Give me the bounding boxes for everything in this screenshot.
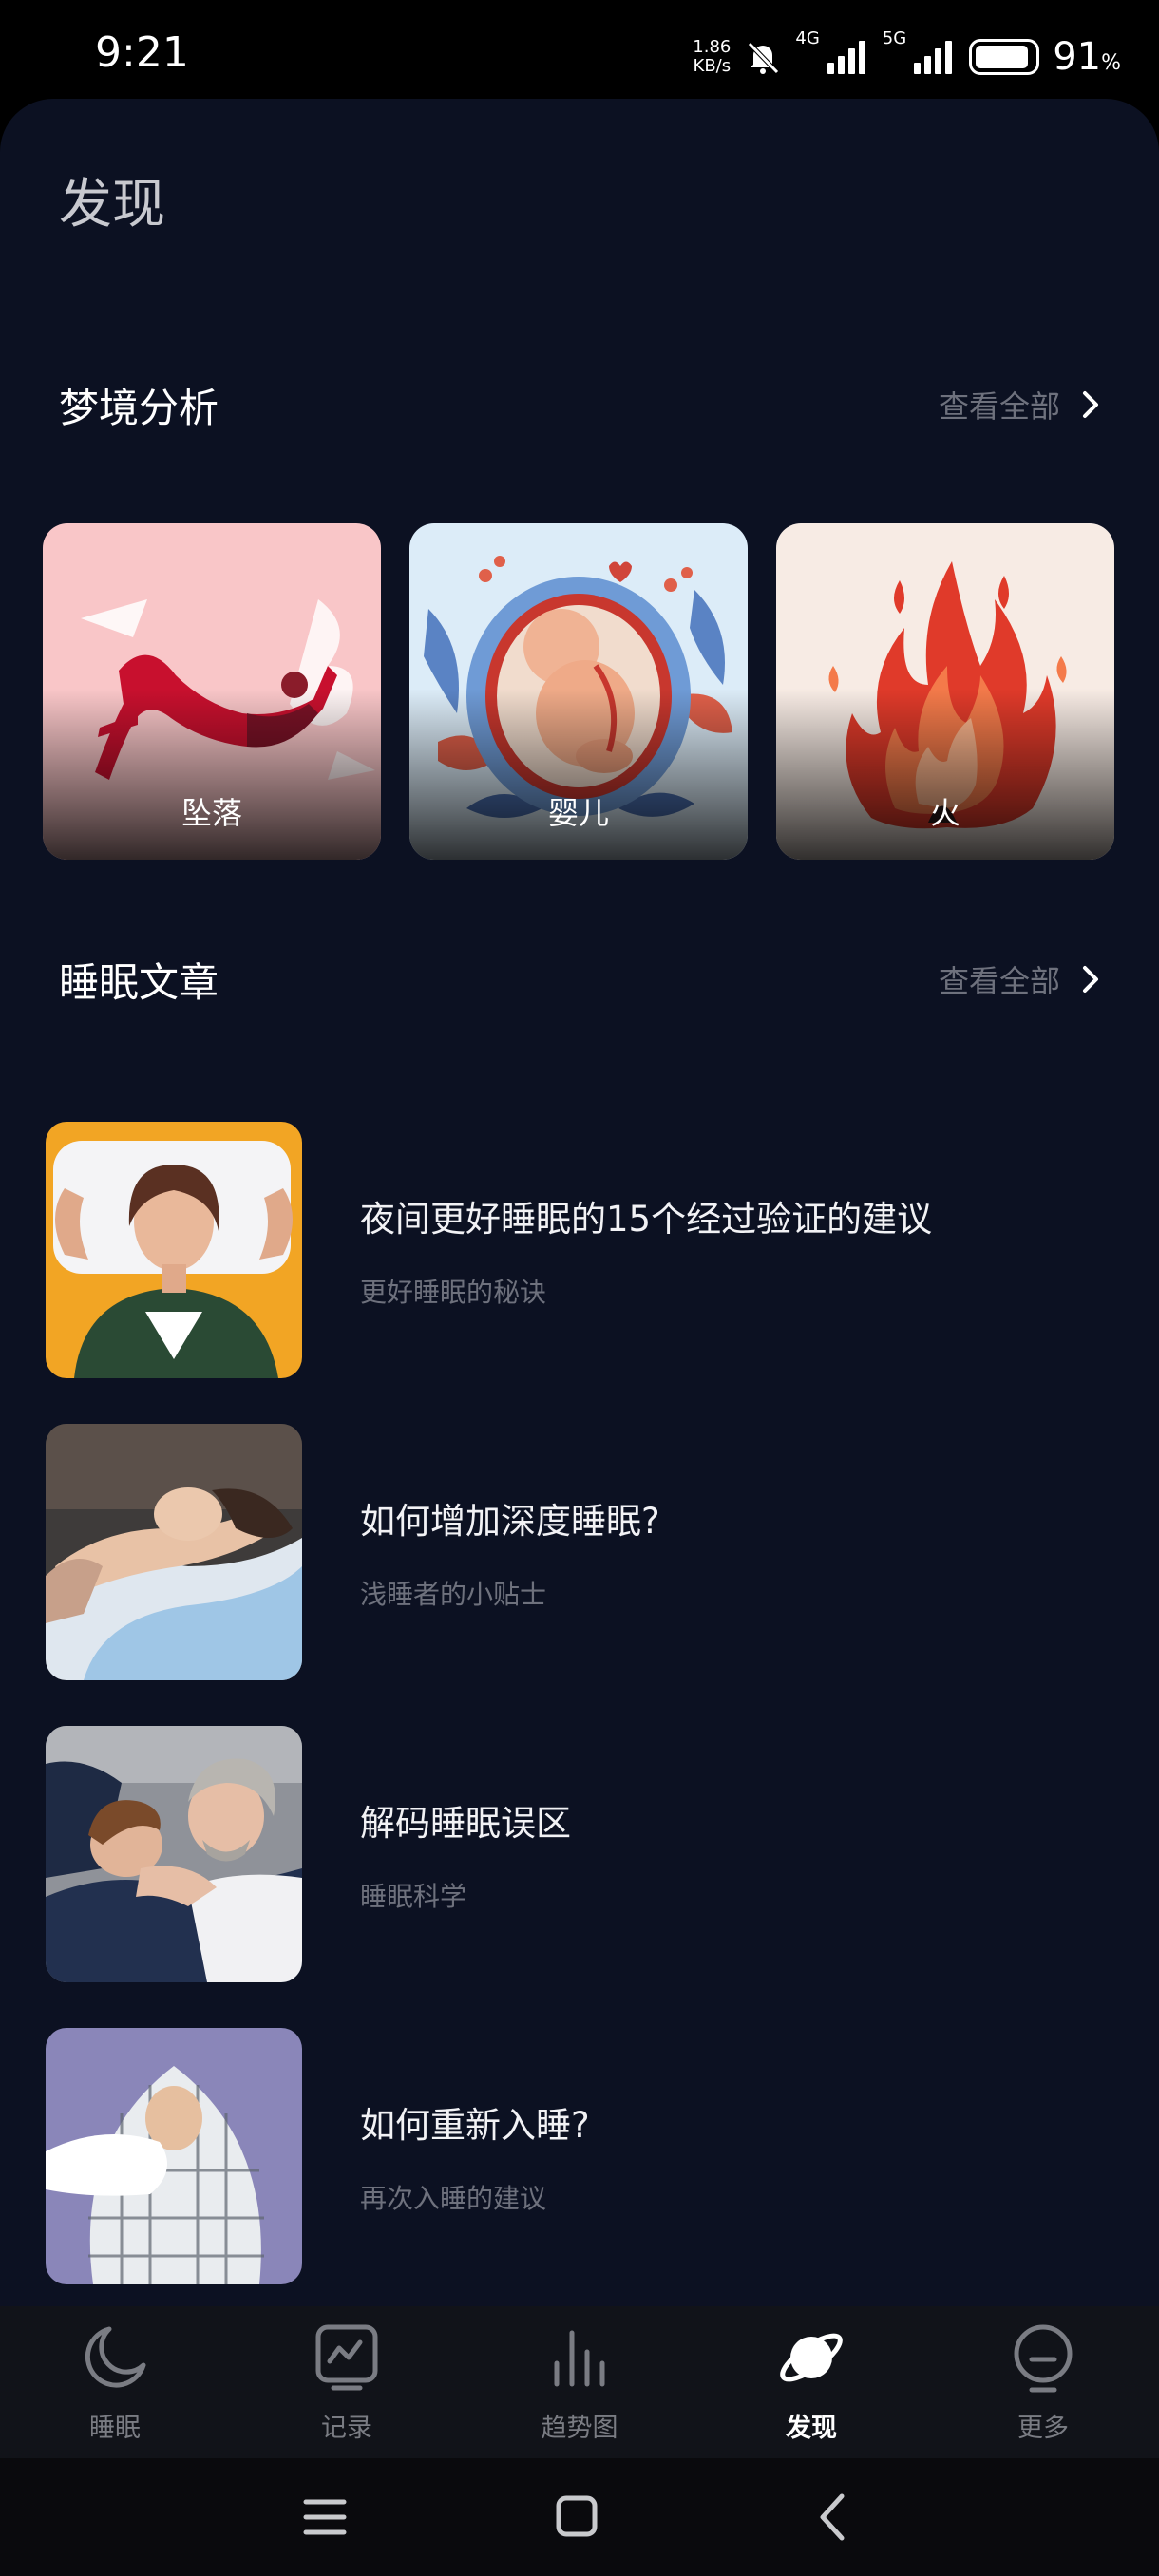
face-more-icon bbox=[1014, 2324, 1073, 2393]
article-thumbnail bbox=[46, 1122, 302, 1378]
article-section-header: 睡眠文章 查看全部 bbox=[59, 951, 1100, 1008]
planet-icon bbox=[780, 2333, 843, 2382]
article-title: 如何重新入睡? bbox=[360, 2105, 590, 2146]
dream-card-label: 坠落 bbox=[180, 795, 242, 831]
dream-card-label: 火 bbox=[929, 795, 960, 831]
chart-record-icon bbox=[315, 2324, 378, 2391]
article-view-all-button[interactable]: 查看全部 bbox=[939, 957, 1100, 1001]
signal-5g-icon bbox=[914, 41, 953, 74]
dream-card-falling[interactable]: 坠落 bbox=[43, 523, 381, 860]
article-item[interactable]: 如何增加深度睡眠? 浅睡者的小贴士 bbox=[46, 1424, 1113, 1680]
article-subtitle: 浅睡者的小贴士 bbox=[360, 1579, 547, 1610]
system-nav-bar bbox=[0, 2458, 1159, 2576]
signal-4g-icon bbox=[826, 41, 865, 74]
article-thumbnail bbox=[46, 1424, 302, 1680]
article-subtitle: 睡眠科学 bbox=[360, 1881, 467, 1912]
article-subtitle: 更好睡眠的秘诀 bbox=[360, 1277, 547, 1308]
woman-with-pillow-photo bbox=[46, 1122, 302, 1378]
article-subtitle: 再次入睡的建议 bbox=[360, 2183, 547, 2214]
chevron-right-icon bbox=[1083, 391, 1098, 418]
couple-sleeping-photo bbox=[46, 1726, 302, 1982]
back-icon[interactable] bbox=[794, 2487, 870, 2548]
menu-icon[interactable] bbox=[287, 2487, 363, 2548]
nav-item-trends[interactable]: 趋势图 bbox=[494, 2320, 665, 2453]
article-title: 夜间更好睡眠的15个经过验证的建议 bbox=[360, 1199, 933, 1240]
battery-percent: 91% bbox=[1053, 35, 1121, 79]
moon-icon bbox=[85, 2326, 146, 2388]
article-thumbnail bbox=[46, 2028, 302, 2284]
chevron-right-icon bbox=[1083, 966, 1098, 993]
discover-panel: 发现 梦境分析 查看全部 坠落 婴儿 火 睡眠文章 查看全部 夜间更好睡眠的15… bbox=[0, 99, 1159, 2306]
nav-item-record[interactable]: 记录 bbox=[261, 2320, 432, 2453]
nav-item-more[interactable]: 更多 bbox=[958, 2320, 1129, 2453]
dream-view-all-button[interactable]: 查看全部 bbox=[939, 383, 1100, 426]
dream-card-baby[interactable]: 婴儿 bbox=[409, 523, 748, 860]
nav-item-sleep[interactable]: 睡眠 bbox=[29, 2320, 200, 2453]
dream-card-fire[interactable]: 火 bbox=[776, 523, 1114, 860]
page-title: 发现 bbox=[59, 174, 165, 236]
signal-4g-label: 4G bbox=[795, 28, 820, 48]
article-item[interactable]: 解码睡眠误区 睡眠科学 bbox=[46, 1726, 1113, 1982]
article-item[interactable]: 如何重新入睡? 再次入睡的建议 bbox=[46, 2028, 1113, 2284]
article-section-title: 睡眠文章 bbox=[59, 958, 219, 1006]
person-in-blanket-photo bbox=[46, 2028, 302, 2284]
battery-level bbox=[976, 46, 1028, 68]
article-title: 如何增加深度睡眠? bbox=[360, 1501, 660, 1542]
article-title: 解码睡眠误区 bbox=[360, 1803, 571, 1844]
bell-muted-icon bbox=[748, 42, 780, 74]
woman-sleeping-photo bbox=[46, 1424, 302, 1680]
bottom-nav: 睡眠 记录 趋势图 发现 更多 bbox=[0, 2306, 1159, 2458]
nav-item-discover[interactable]: 发现 bbox=[726, 2320, 897, 2453]
signal-5g-label: 5G bbox=[882, 28, 907, 48]
dream-card-label: 婴儿 bbox=[547, 795, 609, 831]
article-item[interactable]: 夜间更好睡眠的15个经过验证的建议 更好睡眠的秘诀 bbox=[46, 1122, 1113, 1378]
home-icon[interactable] bbox=[538, 2487, 614, 2548]
article-thumbnail bbox=[46, 1726, 302, 1982]
status-icons: 1.86 KB/s 4G 5G 91% bbox=[693, 28, 1121, 85]
battery-icon bbox=[969, 39, 1040, 75]
status-bar: 9:21 1.86 KB/s 4G 5G 91% bbox=[0, 0, 1159, 104]
dream-section-header: 梦境分析 查看全部 bbox=[59, 376, 1100, 433]
network-speed: 1.86 KB/s bbox=[693, 37, 732, 76]
status-time: 9:21 bbox=[95, 28, 189, 77]
dream-section-title: 梦境分析 bbox=[59, 384, 219, 431]
bar-chart-icon bbox=[554, 2330, 605, 2387]
